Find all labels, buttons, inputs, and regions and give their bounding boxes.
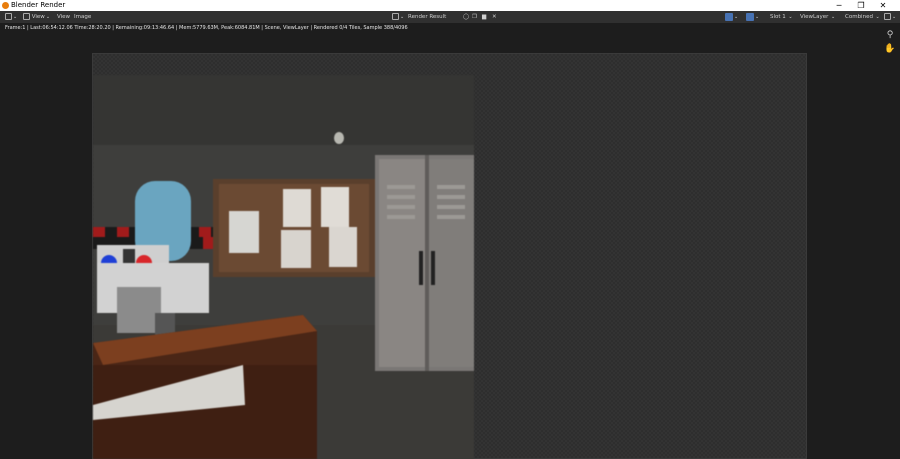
menu-image[interactable]: Image — [74, 11, 91, 23]
render-pass-selector[interactable]: Combined ⌄ — [845, 11, 880, 23]
view-mode-icon — [23, 13, 30, 20]
chevron-down-icon: ⌄ — [45, 14, 51, 20]
window-controls: ─ ❐ ✕ — [828, 0, 894, 11]
view-layer-selector[interactable]: ViewLayer ⌄ — [800, 11, 835, 23]
chevron-down-icon: ⌄ — [13, 14, 18, 20]
open-folder-icon[interactable]: ▆ — [482, 11, 486, 23]
blender-logo-icon — [2, 2, 9, 9]
window-title-bar: Blender Render ─ ❐ ✕ — [0, 0, 900, 11]
overlay-icon — [746, 12, 754, 21]
slot-label: Slot 1 — [770, 14, 786, 20]
render-result-image — [93, 75, 474, 459]
slot-selector[interactable]: Slot 1 ⌄ — [770, 11, 793, 23]
unlink-close-icon[interactable]: ✕ — [492, 11, 497, 23]
chevron-down-icon: ⌄ — [873, 14, 880, 20]
image-display-icon — [725, 12, 733, 21]
fake-user-shield-icon[interactable]: ◯ — [463, 11, 469, 23]
editor-type-selector[interactable]: ⌄ — [5, 11, 17, 23]
render-scene — [93, 75, 474, 459]
display-mode-button[interactable]: ⌄ — [884, 11, 896, 23]
image-editor-header: ⌄ View⌄ View Image ⌄ Render Result ◯ ❐ ▆… — [0, 11, 900, 23]
maximize-button[interactable]: ❐ — [850, 0, 872, 11]
render-status-text: Frame:1 | Last:06:54:12.06 Time:28:20.20… — [5, 25, 408, 31]
image-editor-icon — [5, 13, 12, 20]
browse-image-button[interactable]: ⌄ — [392, 11, 404, 23]
view-mode-menu[interactable]: View⌄ — [23, 11, 50, 23]
render-pass-label: Combined — [845, 14, 873, 20]
display-mode-icon — [884, 13, 891, 20]
chevron-down-icon: ⌄ — [734, 14, 739, 20]
hand-icon[interactable]: ✋ — [884, 43, 896, 55]
chevron-down-icon: ⌄ — [400, 14, 405, 20]
chevron-down-icon: ⌄ — [829, 14, 836, 20]
display-channels-button[interactable]: ⌄ — [725, 11, 738, 23]
overlay-button[interactable]: ⌄ — [746, 11, 759, 23]
chevron-down-icon: ⌄ — [755, 14, 760, 20]
chevron-down-icon: ⌄ — [892, 14, 897, 20]
view-mode-label: View — [31, 14, 45, 20]
zoom-icon[interactable]: ⚲ — [884, 29, 896, 41]
chevron-down-icon: ⌄ — [786, 14, 793, 20]
window-title: Blender Render — [11, 1, 66, 9]
view-layer-label: ViewLayer — [800, 14, 829, 20]
duplicate-icon[interactable]: ❐ — [472, 11, 477, 23]
image-name-field[interactable]: Render Result — [408, 11, 446, 23]
close-button[interactable]: ✕ — [872, 0, 894, 11]
minimize-button[interactable]: ─ — [828, 0, 850, 11]
image-browse-icon — [392, 13, 399, 20]
menu-view[interactable]: View — [57, 11, 70, 23]
